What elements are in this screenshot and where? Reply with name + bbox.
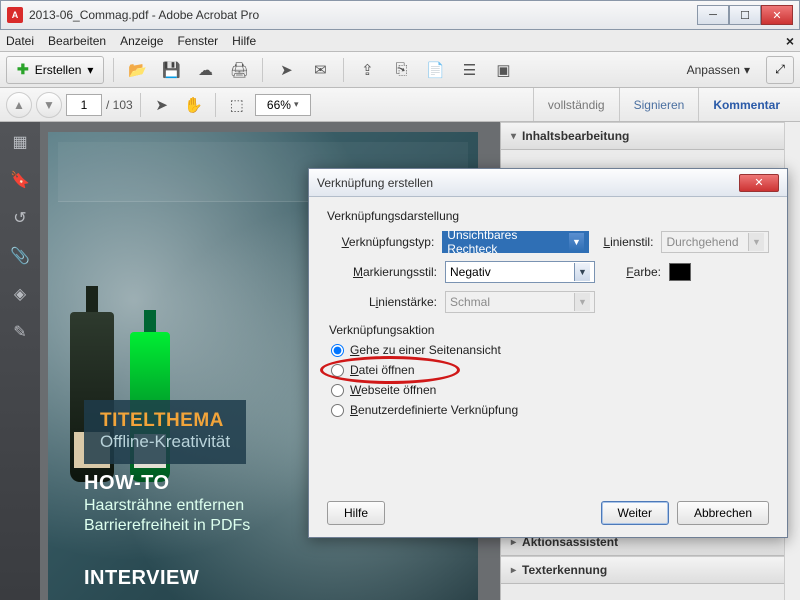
marquee-zoom-icon[interactable]: ⬚	[223, 91, 251, 119]
attachments-icon[interactable]: 📎	[10, 246, 30, 266]
radio-open-file[interactable]: Datei öffnen	[331, 363, 769, 377]
minimize-button[interactable]: ─	[697, 5, 729, 25]
pdf-icon: A	[7, 7, 23, 23]
chevron-down-icon: ▼	[574, 293, 590, 311]
chevron-right-icon: ▸	[511, 565, 516, 576]
signatures-icon[interactable]: ✎	[10, 322, 30, 342]
dialog-close-button[interactable]: ✕	[739, 174, 779, 192]
select-tool-icon[interactable]: ➤	[148, 91, 176, 119]
bookmarks-icon[interactable]: 🔖	[10, 170, 30, 190]
open-icon[interactable]: 📂	[123, 56, 151, 84]
mail-icon[interactable]: ✉	[306, 56, 334, 84]
label-linestyle: Linienstil:	[597, 235, 654, 249]
print-icon[interactable]: 🖨	[225, 56, 253, 84]
panel-content-editing[interactable]: ▾Inhaltsbearbeitung	[501, 122, 784, 150]
window-titlebar: A 2013-06_Commag.pdf - Adobe Acrobat Pro…	[0, 0, 800, 30]
chevron-down-icon: ▼	[574, 263, 590, 281]
sync-icon[interactable]: ↺	[10, 208, 30, 228]
document-close-icon[interactable]: ×	[786, 33, 794, 49]
save-icon[interactable]: 💾	[157, 56, 185, 84]
menu-window[interactable]: Fenster	[177, 34, 218, 48]
label-linewidth: Linienstärke:	[327, 295, 437, 309]
title-heading: TITELTHEMA	[100, 410, 230, 432]
left-nav-bar: ▦ 🔖 ↺ 📎 ◈ ✎	[0, 122, 40, 600]
share-icon[interactable]: ➤	[272, 56, 300, 84]
page-up-button[interactable]: ▲	[6, 92, 32, 118]
page-down-button[interactable]: ▼	[36, 92, 62, 118]
convert-icon[interactable]: ⎘	[387, 56, 415, 84]
zoom-input[interactable]: 66%▾	[255, 94, 311, 116]
multimedia-icon[interactable]: ▣	[489, 56, 517, 84]
panel-text-recognition[interactable]: ▸Texterkennung	[501, 556, 784, 584]
chevron-down-icon: ▾	[511, 131, 516, 142]
plus-icon: ✚	[17, 61, 29, 78]
page-total: / 103	[106, 98, 133, 112]
layers-icon[interactable]: ◈	[10, 284, 30, 304]
create-link-dialog: Verknüpfung erstellen ✕ Verknüpfungsdars…	[308, 168, 788, 538]
maximize-button[interactable]: ☐	[729, 5, 761, 25]
export-icon[interactable]: ⇪	[353, 56, 381, 84]
howto-block: HOW-TO Haarsträhne entfernen Barrierefre…	[84, 472, 250, 535]
radio-custom-link[interactable]: Benutzerdefinierte Verknüpfung	[331, 403, 769, 417]
title-block: TITELTHEMA Offline-Kreativität	[84, 400, 246, 464]
radio-open-web[interactable]: Webseite öffnen	[331, 383, 769, 397]
toolbar-nav: ▲ ▼ 1 / 103 ➤ ✋ ⬚ 66%▾ vollständig Signi…	[0, 88, 800, 122]
color-picker[interactable]	[669, 263, 691, 281]
edit-pdf-icon[interactable]: 📄	[421, 56, 449, 84]
customize-label: Anpassen	[687, 63, 740, 77]
create-button[interactable]: ✚ Erstellen ▾	[6, 56, 104, 84]
link-full[interactable]: vollständig	[533, 88, 619, 121]
cloud-icon[interactable]: ☁	[191, 56, 219, 84]
chevron-down-icon: ▾	[744, 63, 750, 77]
interview-heading: INTERVIEW	[84, 567, 199, 590]
chevron-right-icon: ▸	[511, 537, 516, 548]
window-title: 2013-06_Commag.pdf - Adobe Acrobat Pro	[29, 8, 697, 22]
menu-edit[interactable]: Bearbeiten	[48, 34, 106, 48]
cancel-button[interactable]: Abbrechen	[677, 501, 769, 525]
label-highlight: Markierungsstil:	[327, 265, 437, 279]
select-linestyle: Durchgehend▼	[661, 231, 769, 253]
select-linewidth: Schmal▼	[445, 291, 595, 313]
chevron-down-icon: ▼	[568, 233, 584, 251]
customize-button[interactable]: Anpassen ▾	[687, 63, 750, 77]
menu-bar: Datei Bearbeiten Anzeige Fenster Hilfe ×	[0, 30, 800, 52]
hand-tool-icon[interactable]: ✋	[180, 91, 208, 119]
select-highlight[interactable]: Negativ▼	[445, 261, 595, 283]
toolbar-main: ✚ Erstellen ▾ 📂 💾 ☁ 🖨 ➤ ✉ ⇪ ⎘ 📄 ☰ ▣ Anpa…	[0, 52, 800, 88]
help-button[interactable]: Hilfe	[327, 501, 385, 525]
menu-file[interactable]: Datei	[6, 34, 34, 48]
close-button[interactable]: ✕	[761, 5, 793, 25]
page-number-input[interactable]: 1	[66, 94, 102, 116]
menu-help[interactable]: Hilfe	[232, 34, 256, 48]
group-action: Verknüpfungsaktion	[329, 323, 769, 337]
dialog-titlebar: Verknüpfung erstellen ✕	[309, 169, 787, 197]
label-linktype: Verknüpfungstyp:	[327, 235, 434, 249]
link-comment[interactable]: Kommentar	[698, 88, 794, 121]
title-sub: Offline-Kreativität	[100, 432, 230, 452]
chevron-down-icon: ▾	[294, 99, 299, 110]
next-button[interactable]: Weiter	[601, 501, 669, 525]
dialog-title: Verknüpfung erstellen	[317, 176, 433, 190]
radio-goto-page[interactable]: Gehe zu einer Seitenansicht	[331, 343, 769, 357]
create-label: Erstellen	[35, 63, 82, 77]
fullscreen-icon[interactable]: ⤢	[766, 56, 794, 84]
link-sign[interactable]: Signieren	[619, 88, 699, 121]
group-appearance: Verknüpfungsdarstellung	[327, 209, 769, 223]
select-linktype[interactable]: Unsichtbares Rechteck▼	[442, 231, 589, 253]
chevron-down-icon: ▼	[748, 233, 764, 251]
chevron-down-icon: ▾	[87, 63, 93, 77]
form-icon[interactable]: ☰	[455, 56, 483, 84]
menu-view[interactable]: Anzeige	[120, 34, 163, 48]
thumbnails-icon[interactable]: ▦	[10, 132, 30, 152]
label-color: Farbe:	[603, 265, 661, 279]
